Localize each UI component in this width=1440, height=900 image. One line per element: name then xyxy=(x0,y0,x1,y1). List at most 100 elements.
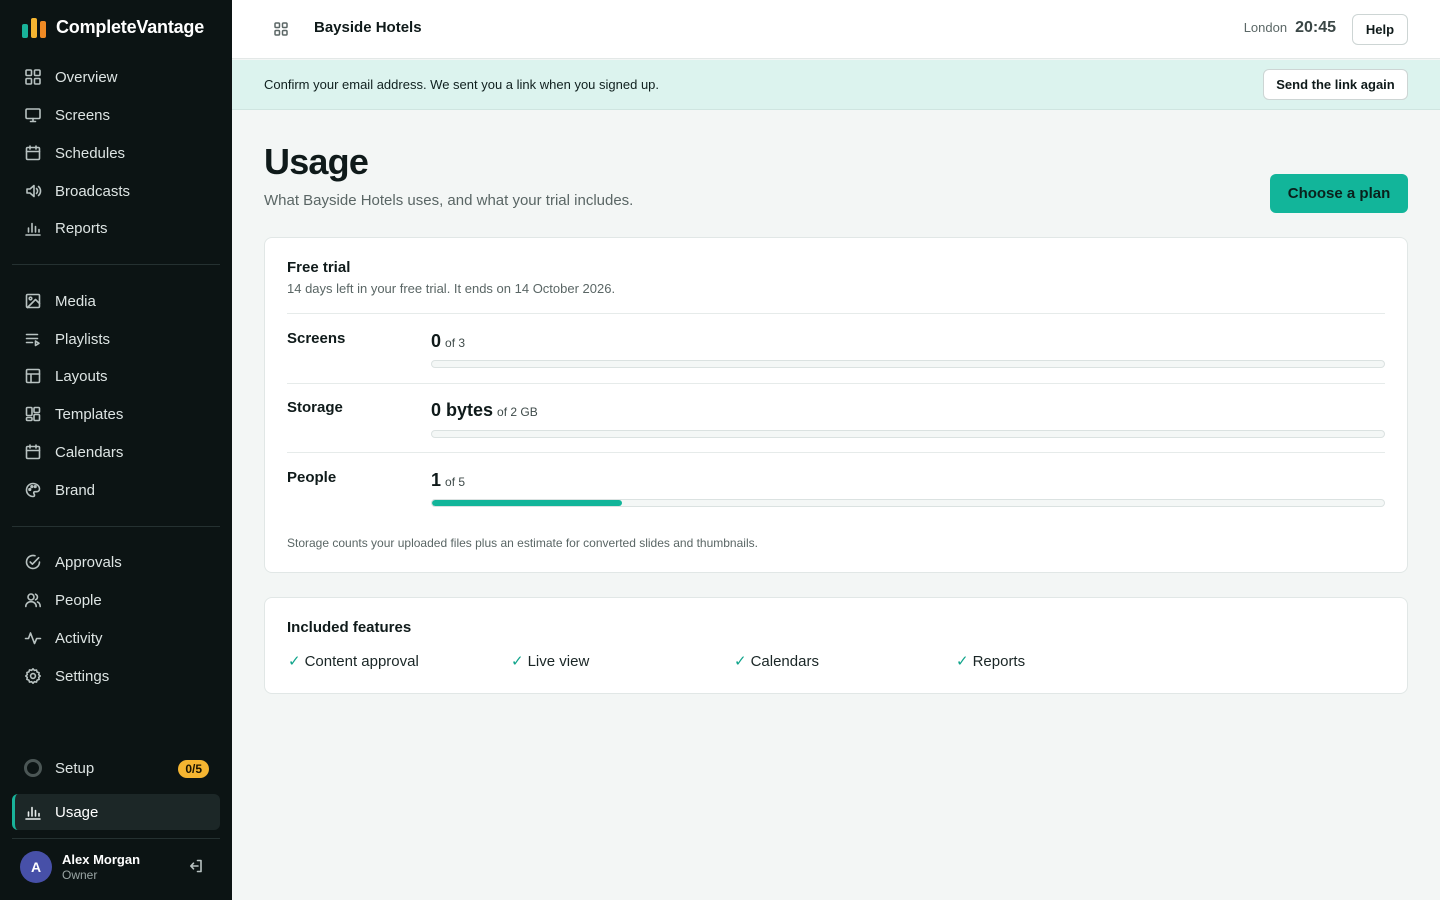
storage-note: Storage counts your uploaded files plus … xyxy=(287,536,758,550)
user-name: Alex Morgan xyxy=(62,852,141,867)
metric-value-people: 1 of 5 xyxy=(431,470,465,491)
clock-time: 20:45 xyxy=(1295,19,1336,36)
page-subtitle: What Bayside Hotels uses, and what your … xyxy=(264,192,634,209)
top-bar: Bayside Hotels London 20:45 Help xyxy=(232,0,1440,59)
banner-message: Confirm your email address. We sent you … xyxy=(264,77,660,92)
sidebar-item-people[interactable]: People xyxy=(12,583,220,617)
template-icon xyxy=(24,405,42,423)
sidebar-item-label: Approvals xyxy=(55,553,122,571)
metric-limit: of 5 xyxy=(445,475,466,489)
sidebar-item-activity[interactable]: Activity xyxy=(12,621,220,655)
local-clock: London 20:45 xyxy=(1244,19,1336,37)
metric-limit: of 3 xyxy=(445,336,466,350)
image-icon xyxy=(24,292,42,310)
metric-label-screens: Screens xyxy=(287,330,346,347)
grid-icon xyxy=(24,68,42,86)
sidebar-divider xyxy=(12,838,220,839)
gear-icon xyxy=(24,667,42,685)
sidebar-item-label: Reports xyxy=(55,219,108,237)
sidebar-item-reports[interactable]: Reports xyxy=(12,211,220,245)
metric-label-storage: Storage xyxy=(287,399,343,416)
metric-label-people: People xyxy=(287,469,337,486)
check-icon: ✓ xyxy=(734,653,747,670)
sidebar-item-media[interactable]: Media xyxy=(12,284,220,318)
trial-subtitle: 14 days left in your free trial. It ends… xyxy=(287,281,616,296)
activity-icon xyxy=(24,629,42,647)
sidebar-item-label: Layouts xyxy=(55,367,108,385)
sidebar-item-screens[interactable]: Screens xyxy=(12,98,220,132)
check-icon: ✓ xyxy=(288,653,301,670)
email-confirmation-banner: Confirm your email address. We sent you … xyxy=(232,60,1440,110)
sidebar-item-label: Activity xyxy=(55,629,103,647)
app-logo[interactable]: CompleteVantage xyxy=(22,17,204,38)
usage-bar-fill xyxy=(432,500,623,506)
usage-bar-storage xyxy=(431,430,1385,438)
sidebar-item-label: Settings xyxy=(55,667,110,685)
metric-limit: of 2 GB xyxy=(497,405,538,419)
choose-plan-button[interactable]: Choose a plan xyxy=(1270,174,1408,213)
sidebar-item-schedules[interactable]: Schedules xyxy=(12,136,220,170)
metric-value-storage: 0 bytes of 2 GB xyxy=(431,400,538,421)
sidebar-item-label: People xyxy=(55,591,102,609)
sidebar-item-label: Broadcasts xyxy=(55,182,131,200)
metric-used: 1 xyxy=(431,470,442,490)
palette-icon xyxy=(24,481,42,499)
user-role: Owner xyxy=(62,868,98,882)
row-divider xyxy=(287,452,1385,453)
sidebar-item-layouts[interactable]: Layouts xyxy=(12,359,220,393)
sidebar-item-setup[interactable]: Setup 0/5 xyxy=(12,751,220,785)
logout-icon[interactable] xyxy=(188,858,206,876)
monitor-icon xyxy=(24,106,42,124)
sidebar-item-calendars[interactable]: Calendars xyxy=(12,435,220,469)
metric-used: 0 bytes xyxy=(431,400,494,420)
feature-label: Reports xyxy=(972,652,1026,670)
progress-ring-icon xyxy=(24,759,42,777)
calendar-icon xyxy=(24,443,42,461)
sidebar-item-overview[interactable]: Overview xyxy=(12,60,220,94)
sidebar-item-label: Templates xyxy=(55,405,124,423)
layout-icon xyxy=(24,367,42,385)
sidebar-divider xyxy=(12,526,220,527)
included-features-card: Included features ✓ Content approval ✓ L… xyxy=(264,597,1408,694)
calendar-icon xyxy=(24,144,42,162)
bar-chart-icon xyxy=(24,803,42,821)
card-title: Free trial xyxy=(287,259,351,276)
row-divider xyxy=(287,313,1385,314)
metric-used: 0 xyxy=(431,331,442,351)
sidebar-item-label: Setup xyxy=(55,759,95,777)
sidebar-item-templates[interactable]: Templates xyxy=(12,397,220,431)
help-button[interactable]: Help xyxy=(1352,14,1408,45)
sidebar-item-settings[interactable]: Settings xyxy=(12,659,220,693)
setup-progress-badge: 0/5 xyxy=(178,760,209,778)
check-icon: ✓ xyxy=(956,653,969,670)
sidebar-item-label: Calendars xyxy=(55,443,124,461)
page-title: Usage xyxy=(264,141,369,182)
sidebar-item-broadcasts[interactable]: Broadcasts xyxy=(12,174,220,208)
organization-name[interactable]: Bayside Hotels xyxy=(314,19,422,36)
check-icon: ✓ xyxy=(511,653,524,670)
free-trial-card: Free trial 14 days left in your free tri… xyxy=(264,237,1408,573)
usage-bar-screens xyxy=(431,360,1385,368)
apps-grid-icon[interactable] xyxy=(273,21,289,37)
resend-link-button[interactable]: Send the link again xyxy=(1263,69,1408,100)
sidebar-item-brand[interactable]: Brand xyxy=(12,473,220,507)
logo-mark-icon xyxy=(22,17,46,38)
sidebar-item-approvals[interactable]: Approvals xyxy=(12,545,220,579)
clock-city: London xyxy=(1243,20,1288,35)
sidebar-item-playlists[interactable]: Playlists xyxy=(12,322,220,356)
sidebar: CompleteVantage Overview Screens Schedul… xyxy=(0,0,232,900)
card-title: Included features xyxy=(287,619,412,636)
sidebar-item-usage[interactable]: Usage xyxy=(12,794,220,830)
user-profile[interactable]: A Alex Morgan Owner xyxy=(20,851,220,883)
feature-item: ✓ Live view xyxy=(511,652,589,671)
sidebar-item-label: Playlists xyxy=(55,330,111,348)
feature-label: Content approval xyxy=(304,652,419,670)
feature-item: ✓ Content approval xyxy=(288,652,419,671)
sidebar-item-label: Screens xyxy=(55,106,111,124)
sidebar-divider xyxy=(12,264,220,265)
playlist-icon xyxy=(24,330,42,348)
usage-bar-people xyxy=(431,499,1385,507)
check-circle-icon xyxy=(24,553,42,571)
users-icon xyxy=(24,591,42,609)
sidebar-item-label: Overview xyxy=(55,68,118,86)
